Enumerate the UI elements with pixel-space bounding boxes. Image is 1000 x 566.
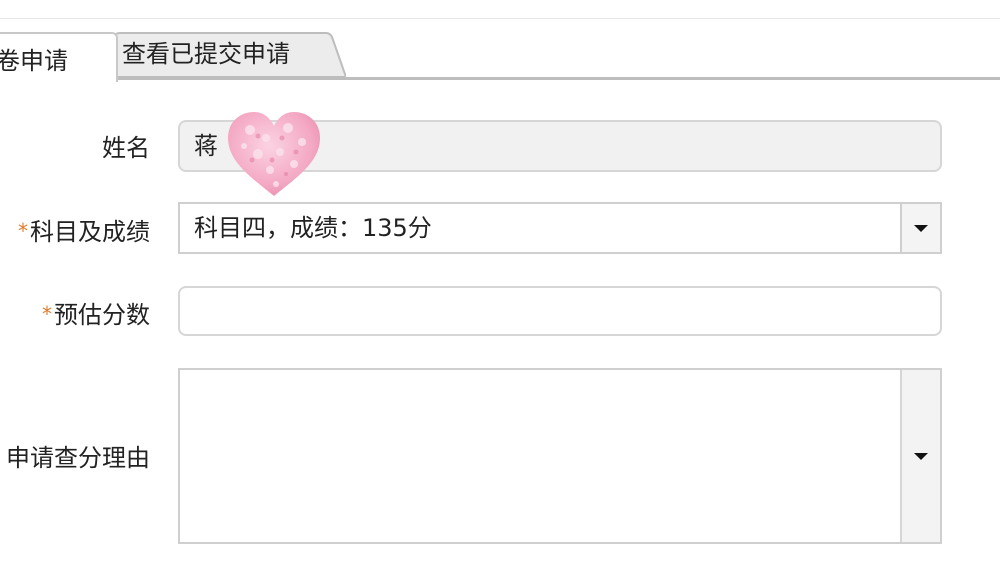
tab-apply[interactable]: 卷申请 (0, 32, 118, 82)
name-label: 姓名 (102, 134, 150, 162)
reason-scrollbar[interactable] (900, 370, 940, 542)
reason-label: 申请查分理由 (6, 444, 150, 472)
top-divider (0, 18, 1000, 19)
required-marker: * (42, 302, 52, 326)
reason-textarea[interactable] (178, 368, 942, 544)
estimate-input[interactable] (178, 286, 942, 336)
tab-label: 查看已提交申请 (122, 40, 290, 68)
required-marker: * (18, 219, 28, 243)
subject-value: 科目四，成绩：135分 (194, 214, 432, 242)
tab-view-submitted[interactable]: 查看已提交申请 (94, 32, 346, 78)
name-value: 蒋 (194, 132, 218, 160)
subject-dropdown-button[interactable] (900, 204, 940, 252)
heart-sticker (228, 112, 320, 196)
estimate-label: *预估分数 (42, 301, 150, 329)
chevron-down-icon (914, 225, 928, 232)
tab-label: 卷申请 (0, 47, 68, 75)
chevron-down-icon (914, 453, 928, 460)
subject-label: *科目及成绩 (18, 218, 150, 246)
subject-select[interactable]: 科目四，成绩：135分 (178, 202, 942, 254)
